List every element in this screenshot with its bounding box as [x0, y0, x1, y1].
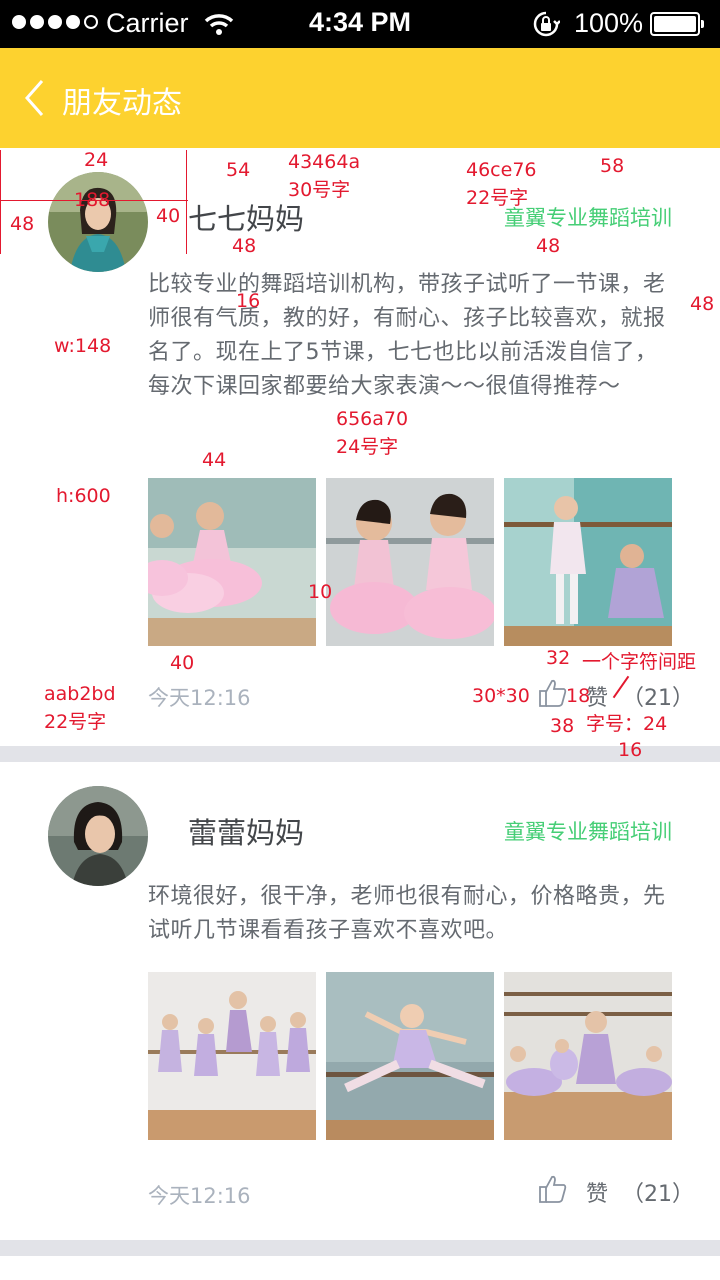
- spec-annotation: 656a70: [336, 408, 409, 430]
- spec-annotation: aab2bd: [44, 683, 116, 705]
- username[interactable]: 蕾蕾妈妈: [188, 810, 304, 852]
- spec-annotation: 48: [536, 235, 561, 257]
- spec-guide-line: [186, 150, 187, 254]
- spec-annotation: 48: [690, 293, 715, 315]
- spec-annotation: 22号字: [466, 187, 529, 209]
- spec-annotation: 字号：24: [586, 713, 668, 735]
- status-bar: Carrier 4:34 PM 100%: [0, 0, 720, 48]
- avatar[interactable]: [48, 786, 148, 886]
- spec-annotation: 24号字: [336, 436, 399, 458]
- post-content: 比较专业的舞蹈培训机构，带孩子试听了一节课，老师很有气质，教的好，有耐心、孩子比…: [148, 272, 666, 399]
- spec-annotation: 54: [226, 159, 251, 181]
- spec-guide-line: [0, 150, 1, 254]
- post-card: 蕾蕾妈妈 童翼专业舞蹈培训 环境很好，很干净，老师也很有耐心，价格略贵，先试听几…: [0, 762, 720, 1240]
- spec-annotation: 58: [600, 155, 625, 177]
- org-link[interactable]: 童翼专业舞蹈培训: [504, 816, 672, 846]
- spec-annotation: 10: [308, 581, 333, 603]
- spec-annotation: 48: [232, 235, 257, 257]
- spec-annotation: 16: [236, 290, 261, 312]
- org-link[interactable]: 童翼专业舞蹈培训: [504, 202, 672, 232]
- spec-annotation: 46ce76: [466, 159, 537, 181]
- chevron-left-icon[interactable]: [22, 78, 46, 118]
- page-title: 朋友动态: [62, 86, 182, 121]
- post-content: 环境很好，很干净，老师也很有耐心，价格略贵，先试听几节课看看孩子喜欢不喜欢吧。: [148, 884, 666, 943]
- spec-annotation: 43464a: [288, 151, 361, 173]
- spec-annotation: 30号字: [288, 179, 351, 201]
- thumbs-up-icon[interactable]: [538, 678, 568, 708]
- post-time: 今天12:16: [148, 1184, 251, 1208]
- spec-annotation: 一个字符间距: [582, 651, 697, 673]
- spec-annotation: 18: [566, 685, 591, 707]
- spec-annotation: 38: [550, 715, 575, 737]
- photo-thumbnail[interactable]: [326, 478, 494, 646]
- photo-grid: [148, 478, 672, 646]
- photo-thumbnail[interactable]: [504, 478, 672, 646]
- nav-bar: 朋友动态: [0, 48, 720, 148]
- photo-thumbnail[interactable]: [326, 972, 494, 1140]
- photo-thumbnail[interactable]: [148, 478, 316, 646]
- battery-icon: [650, 12, 704, 36]
- photo-thumbnail[interactable]: [148, 972, 316, 1140]
- spec-annotation: 16: [618, 739, 643, 761]
- spec-annotation: 40: [156, 205, 181, 227]
- like-label[interactable]: 赞: [586, 1176, 608, 1208]
- like-count: （21）: [622, 1182, 694, 1207]
- divider: [0, 746, 720, 762]
- thumbs-up-icon[interactable]: [538, 1174, 568, 1204]
- spec-annotation: 40: [170, 652, 195, 674]
- spec-annotation: 44: [202, 449, 227, 471]
- photo-grid: [148, 972, 672, 1140]
- spec-annotation: 22号字: [44, 711, 107, 733]
- battery-percent: 100%: [574, 8, 644, 38]
- spec-annotation: w:148: [54, 335, 112, 357]
- spec-annotation: 30*30: [472, 685, 530, 707]
- post-time: 今天12:16: [148, 686, 251, 710]
- spec-annotation: 48: [10, 213, 35, 235]
- username[interactable]: 七七妈妈: [188, 196, 304, 238]
- spec-annotation: 188: [74, 189, 111, 211]
- spec-annotation: h:600: [56, 485, 111, 507]
- orientation-lock-icon: [533, 11, 560, 37]
- divider: [0, 1240, 720, 1256]
- photo-thumbnail[interactable]: [504, 972, 672, 1140]
- spec-annotation: 24: [84, 149, 109, 171]
- like-count: （21）: [622, 686, 694, 711]
- spec-annotation: 32: [546, 647, 571, 669]
